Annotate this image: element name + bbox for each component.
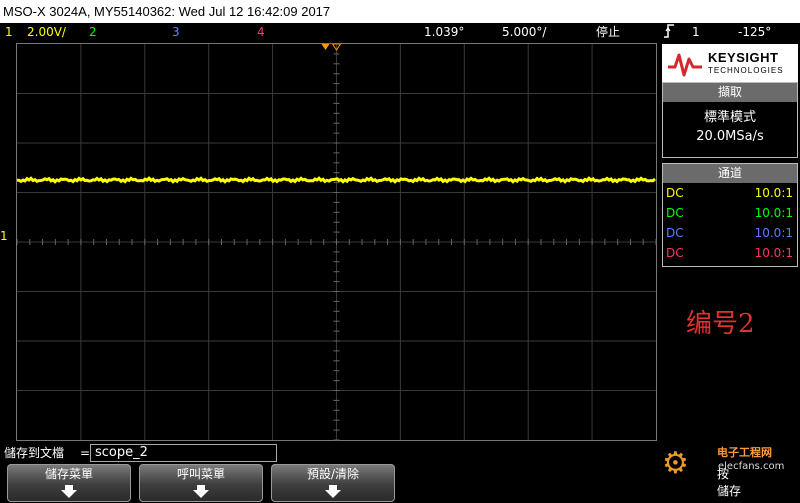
channel-3-probe: 10.0:1 bbox=[754, 226, 793, 240]
channel-3-coupling: DC bbox=[666, 226, 684, 240]
default-erase-label: 預設/清除 bbox=[306, 467, 360, 481]
channel-1-ground-marker[interactable]: 1 bbox=[0, 229, 8, 243]
channel-2-number[interactable]: 2 bbox=[89, 23, 97, 42]
save-softkey-label: 儲存 bbox=[717, 484, 742, 498]
down-arrow-icon bbox=[61, 490, 77, 498]
channel-row-1[interactable]: DC 10.0:1 bbox=[663, 183, 797, 203]
status-bar: 1 2.00V/ 2 3 4 1.039° 5.000°/ 停止 1 -125° bbox=[0, 23, 800, 42]
channel-2-coupling: DC bbox=[666, 206, 684, 220]
trigger-source[interactable]: 1 bbox=[692, 23, 700, 42]
keysight-logo: KEYSIGHT TECHNOLOGIES bbox=[662, 44, 798, 84]
channel-row-2[interactable]: DC 10.0:1 bbox=[663, 203, 797, 223]
watermark-title: 电子工程网 bbox=[717, 446, 772, 459]
save-menu-label: 儲存菜單 bbox=[44, 467, 93, 481]
window-title: MSO-X 3024A, MY55140362: Wed Jul 12 16:4… bbox=[0, 0, 800, 23]
waveform-display[interactable] bbox=[16, 43, 657, 441]
channels-panel[interactable]: 通道 DC 10.0:1 DC 10.0:1 DC 10.0:1 DC 10.0… bbox=[662, 163, 798, 267]
run-state: 停止 bbox=[596, 25, 621, 39]
acquisition-panel[interactable]: 擷取 標準模式 20.0MSa/s bbox=[662, 82, 798, 158]
logo-sub: TECHNOLOGIES bbox=[708, 66, 784, 75]
graticule bbox=[17, 44, 657, 441]
channel-1-number[interactable]: 1 bbox=[5, 23, 13, 42]
trigger-level[interactable]: -125° bbox=[738, 23, 771, 42]
save-menu-button[interactable]: 儲存菜單 bbox=[7, 464, 131, 502]
channel-1-scale[interactable]: 2.00V/ bbox=[27, 23, 66, 42]
filename-field[interactable]: scope_2 bbox=[90, 444, 277, 462]
channel-2-probe: 10.0:1 bbox=[754, 206, 793, 220]
time-scale[interactable]: 5.000°/ bbox=[502, 23, 546, 42]
acquisition-mode: 標準模式 bbox=[703, 110, 756, 125]
channels-header: 通道 bbox=[663, 164, 797, 183]
channel-1-probe: 10.0:1 bbox=[754, 186, 793, 200]
channel-4-coupling: DC bbox=[666, 246, 684, 260]
channel-4-probe: 10.0:1 bbox=[754, 246, 793, 260]
trigger-position-marker bbox=[321, 44, 330, 50]
default-erase-button[interactable]: 預設/清除 bbox=[271, 464, 395, 502]
acquisition-header: 擷取 bbox=[663, 83, 797, 102]
keysight-wave-icon bbox=[668, 53, 702, 77]
trigger-edge-icon bbox=[663, 23, 675, 45]
down-arrow-icon bbox=[325, 490, 341, 498]
channel-4-number[interactable]: 4 bbox=[257, 23, 265, 42]
time-position[interactable]: 1.039° bbox=[424, 23, 464, 42]
annotation-label: 编号2 bbox=[686, 309, 755, 339]
channel-row-3[interactable]: DC 10.0:1 bbox=[663, 223, 797, 243]
watermark-char: 按 bbox=[717, 467, 730, 481]
channel-row-4[interactable]: DC 10.0:1 bbox=[663, 243, 797, 263]
save-bar: 儲存到文檔 = scope_2 bbox=[0, 443, 660, 463]
down-arrow-icon bbox=[193, 490, 209, 498]
watermark: ⚙ 电子工程网 elecfans.com 按 儲存 bbox=[660, 432, 800, 503]
gear-icon: ⚙ bbox=[662, 446, 689, 481]
sample-rate: 20.0MSa/s bbox=[696, 129, 764, 144]
recall-menu-button[interactable]: 呼叫菜單 bbox=[139, 464, 263, 502]
logo-brand: KEYSIGHT bbox=[708, 50, 779, 65]
save-equals: = bbox=[80, 446, 91, 460]
recall-menu-label: 呼叫菜單 bbox=[176, 467, 225, 481]
channel-3-number[interactable]: 3 bbox=[172, 23, 180, 42]
channel-1-coupling: DC bbox=[666, 186, 684, 200]
save-to-file-label: 儲存到文檔 bbox=[4, 446, 65, 460]
